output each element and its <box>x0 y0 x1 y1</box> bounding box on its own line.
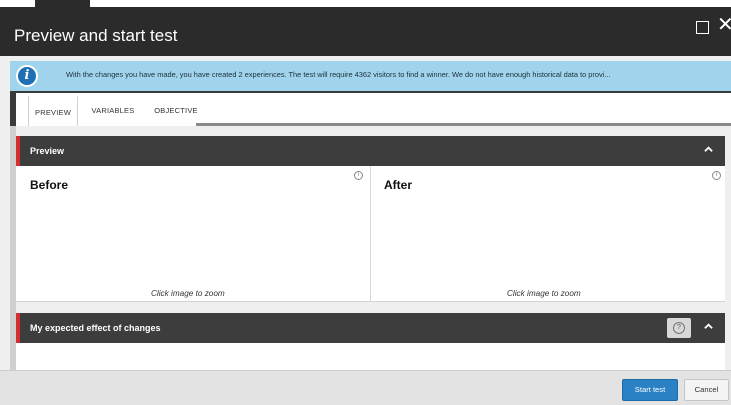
chevron-up-icon[interactable] <box>704 145 713 154</box>
help-icon: ? <box>673 322 685 334</box>
dialog-titlebar: Preview and start test ✕ <box>0 0 731 56</box>
before-image[interactable] <box>24 194 364 284</box>
tab-variables[interactable]: VARIABLES <box>86 95 140 126</box>
help-button[interactable]: ? <box>667 318 691 338</box>
info-icon: i <box>16 65 38 87</box>
start-test-button[interactable]: Start test <box>622 379 678 401</box>
info-banner: i With the changes you have made, you ha… <box>10 61 731 91</box>
cancel-button[interactable]: Cancel <box>684 379 729 401</box>
after-image[interactable] <box>378 194 718 284</box>
info-circle-icon[interactable]: i <box>354 171 363 180</box>
preview-divider <box>370 166 371 302</box>
preview-section-title: Preview <box>30 146 65 156</box>
tab-panel-underline <box>196 123 731 126</box>
effect-section-header[interactable]: My expected effect of changes <box>16 313 725 343</box>
info-banner-text: With the changes you have made, you have… <box>66 70 611 79</box>
before-title: Before <box>30 178 69 192</box>
info-circle-icon[interactable]: i <box>712 171 721 180</box>
tab-bar: PREVIEW VARIABLES OBJECTIVE <box>10 91 731 126</box>
effect-section-body <box>16 343 725 370</box>
close-icon[interactable]: ✕ <box>717 14 731 36</box>
preview-panel: Before i Click image to zoom After i Cli… <box>16 166 725 302</box>
maximize-icon[interactable] <box>696 21 709 34</box>
effect-section-title: My expected effect of changes <box>30 323 161 333</box>
before-zoom-hint: Click image to zoom <box>151 289 225 298</box>
after-title: After <box>384 178 413 192</box>
dialog-title: Preview and start test <box>14 26 178 45</box>
preview-section-header[interactable]: Preview <box>16 136 725 166</box>
tab-panel: PREVIEW VARIABLES OBJECTIVE <box>16 93 731 126</box>
after-zoom-hint: Click image to zoom <box>507 289 581 298</box>
window-top-strip <box>0 0 731 7</box>
tab-objective[interactable]: OBJECTIVE <box>148 95 204 126</box>
chevron-up-icon[interactable] <box>704 322 713 331</box>
window-tab-notch <box>35 0 90 7</box>
tab-preview[interactable]: PREVIEW <box>28 95 78 126</box>
